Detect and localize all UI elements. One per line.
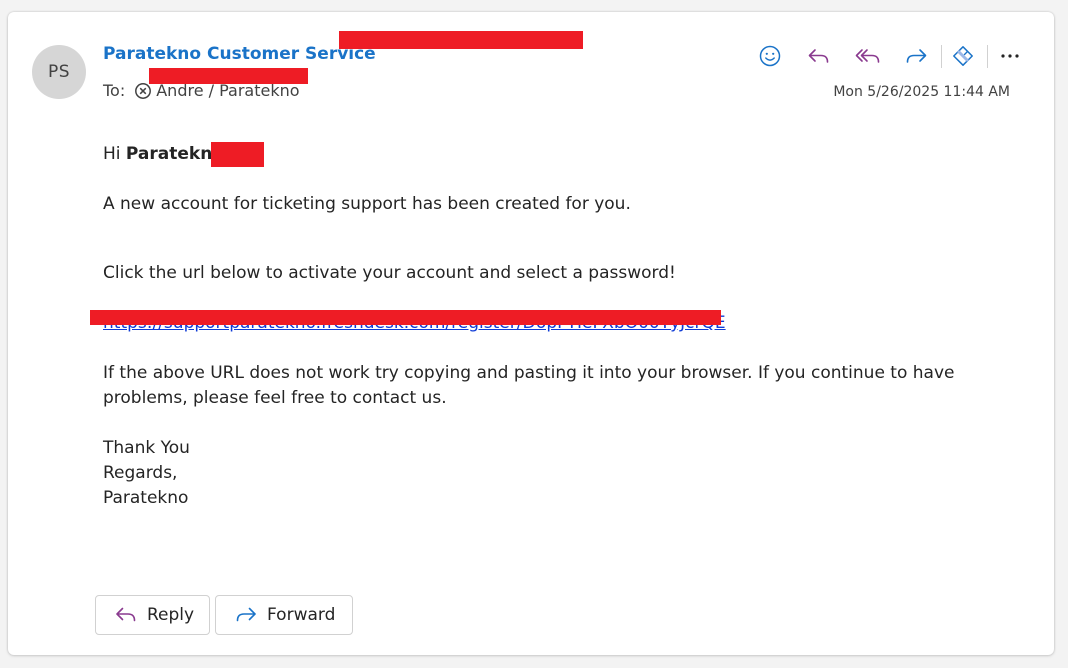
avatar[interactable]: PS bbox=[32, 45, 86, 99]
body-line-url-help-2: problems, please feel free to contact us… bbox=[103, 388, 447, 408]
body-line-url-help-1: If the above URL does not work try copyi… bbox=[103, 363, 955, 383]
forward-icon bbox=[906, 49, 927, 63]
greeting: Hi Paratekno bbox=[103, 144, 224, 164]
sender-name[interactable]: Paratekno Customer Service bbox=[103, 44, 376, 64]
forward-action-button[interactable]: Forward bbox=[215, 595, 353, 635]
reply-all-button[interactable] bbox=[853, 42, 883, 70]
redaction-sender-email bbox=[339, 31, 583, 49]
email-card: PS Paratekno Customer Service To: Andre … bbox=[8, 12, 1054, 655]
signature-regards: Regards, bbox=[103, 463, 178, 483]
reply-icon bbox=[114, 603, 138, 627]
greeting-prefix: Hi bbox=[103, 144, 121, 164]
redaction-greeting bbox=[211, 142, 264, 167]
forward-action-label: Forward bbox=[267, 605, 336, 625]
copilot-button[interactable] bbox=[948, 42, 978, 70]
redaction-recipient bbox=[149, 68, 308, 84]
forward-icon bbox=[234, 603, 258, 627]
copilot-icon bbox=[953, 46, 973, 66]
more-actions-button[interactable] bbox=[995, 42, 1025, 70]
emoji-reaction-button[interactable] bbox=[755, 42, 785, 70]
reply-all-icon bbox=[855, 49, 880, 63]
toolbar-separator bbox=[941, 45, 942, 68]
to-label: To: bbox=[103, 81, 126, 100]
emoji-icon bbox=[759, 45, 781, 67]
toolbar-separator bbox=[987, 45, 988, 68]
remove-recipient-icon[interactable] bbox=[134, 82, 152, 100]
body-line-account-created: A new account for ticketing support has … bbox=[103, 194, 631, 214]
reply-icon bbox=[808, 49, 829, 63]
forward-button[interactable] bbox=[901, 42, 931, 70]
signature-name: Paratekno bbox=[103, 488, 189, 508]
more-icon bbox=[1001, 54, 1019, 58]
message-date: Mon 5/26/2025 11:44 AM bbox=[833, 84, 1010, 100]
redaction-link bbox=[90, 310, 721, 325]
reply-action-button[interactable]: Reply bbox=[95, 595, 210, 635]
reply-button[interactable] bbox=[804, 42, 834, 70]
reply-action-label: Reply bbox=[147, 605, 195, 625]
greeting-name: Paratekno bbox=[125, 144, 224, 164]
body-line-activate: Click the url below to activate your acc… bbox=[103, 263, 676, 283]
signature-thank-you: Thank You bbox=[103, 438, 190, 458]
